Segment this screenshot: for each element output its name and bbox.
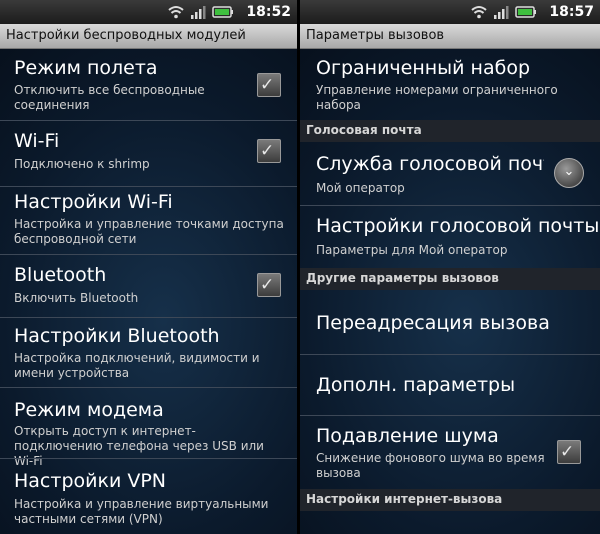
setting-summary: Управление номерами ограниченного набора <box>316 83 558 112</box>
setting-title: Настройки Bluetooth <box>14 325 220 347</box>
signal-icon <box>494 6 509 19</box>
check-icon: ✓ <box>560 442 575 462</box>
setting-airplane-mode[interactable]: Режим полета Отключить все беспроводные … <box>0 50 297 120</box>
section-header-voicemail: Голосовая почта <box>300 120 600 142</box>
setting-title: Bluetooth <box>14 264 107 286</box>
setting-summary: Включить Bluetooth <box>14 291 139 305</box>
status-bar: 18:52 <box>0 0 297 24</box>
setting-additional-settings[interactable]: Дополн. параметры <box>300 355 600 415</box>
chevron-down-icon: ⌄ <box>563 164 575 179</box>
setting-summary: Параметры для Мой оператор <box>316 243 508 257</box>
setting-summary: Настройка подключений, видимости и имени… <box>14 351 260 380</box>
check-icon: ✓ <box>260 75 275 95</box>
setting-title: Ограниченный набор <box>316 57 531 79</box>
setting-summary: Подключено к shrimp <box>14 157 150 171</box>
setting-voicemail-service[interactable]: Служба голосовой почты Мой оператор ⌄ <box>300 142 600 205</box>
airplane-mode-checkbox[interactable]: ✓ <box>257 73 281 97</box>
title-bar: Параметры вызовов <box>300 24 600 49</box>
setting-bluetooth[interactable]: Bluetooth Включить Bluetooth ✓ <box>0 255 297 317</box>
setting-title: Режим модема <box>14 399 164 421</box>
setting-title: Настройки Wi-Fi <box>14 191 173 213</box>
check-icon: ✓ <box>260 275 275 295</box>
setting-wifi[interactable]: Wi-Fi Подключено к shrimp ✓ <box>0 121 297 186</box>
page-title: Параметры вызовов <box>306 28 445 43</box>
setting-summary: Настройка и управление точками доступа б… <box>14 217 284 246</box>
check-icon: ✓ <box>260 141 275 161</box>
battery-icon <box>212 6 234 18</box>
setting-title: Режим полета <box>14 57 158 79</box>
setting-title: Подавление шума <box>316 425 499 447</box>
setting-tethering[interactable]: Режим модема Открыть доступ к интернет-п… <box>0 388 297 468</box>
setting-title: Переадресация вызова <box>316 312 550 334</box>
setting-title: Дополн. параметры <box>316 374 516 396</box>
setting-fixed-dialing[interactable]: Ограниченный набор Управление номерами о… <box>300 50 600 120</box>
setting-title: Настройки VPN <box>14 470 167 492</box>
section-header-internet-calling: Настройки интернет-вызова <box>300 489 600 511</box>
status-bar: 18:57 <box>300 0 600 24</box>
wifi-icon <box>168 6 185 19</box>
call-settings-screen: 18:57 Параметры вызовов Ограниченный наб… <box>300 0 600 534</box>
setting-voicemail-settings[interactable]: Настройки голосовой почты Параметры для … <box>300 206 600 268</box>
section-header-label: Голосовая почта <box>306 123 422 137</box>
bluetooth-checkbox[interactable]: ✓ <box>257 273 281 297</box>
signal-icon <box>191 6 206 19</box>
setting-call-forwarding[interactable]: Переадресация вызова <box>300 290 600 354</box>
wireless-settings-screen: 18:52 Настройки беспроводных модулей Реж… <box>0 0 297 534</box>
wifi-icon <box>471 6 488 19</box>
setting-title: Настройки голосовой почты <box>316 215 600 237</box>
setting-title: Служба голосовой почты <box>316 153 544 175</box>
setting-bluetooth-settings[interactable]: Настройки Bluetooth Настройка подключени… <box>0 318 297 387</box>
setting-noise-suppression[interactable]: Подавление шума Снижение фонового шума в… <box>300 416 600 487</box>
voicemail-service-dropdown[interactable]: ⌄ <box>554 158 584 188</box>
section-header-label: Настройки интернет-вызова <box>306 492 503 506</box>
setting-summary: Мой оператор <box>316 181 405 195</box>
page-title: Настройки беспроводных модулей <box>6 28 246 43</box>
clock: 18:52 <box>246 4 291 20</box>
setting-wifi-settings[interactable]: Настройки Wi-Fi Настройка и управление т… <box>0 187 297 254</box>
section-header-label: Другие параметры вызовов <box>306 271 499 285</box>
battery-icon <box>515 6 537 18</box>
setting-summary: Настройка и управление виртуальными част… <box>14 497 269 526</box>
setting-title: Wi-Fi <box>14 130 60 152</box>
setting-summary: Снижение фонового шума во время вызова <box>316 451 545 480</box>
noise-suppression-checkbox[interactable]: ✓ <box>557 440 581 464</box>
section-header-other-call-settings: Другие параметры вызовов <box>300 268 600 290</box>
wifi-checkbox[interactable]: ✓ <box>257 139 281 163</box>
title-bar: Настройки беспроводных модулей <box>0 24 297 49</box>
setting-vpn[interactable]: Настройки VPN Настройка и управление вир… <box>0 459 297 534</box>
clock: 18:57 <box>549 4 594 20</box>
setting-summary: Отключить все беспроводные соединения <box>14 83 205 112</box>
